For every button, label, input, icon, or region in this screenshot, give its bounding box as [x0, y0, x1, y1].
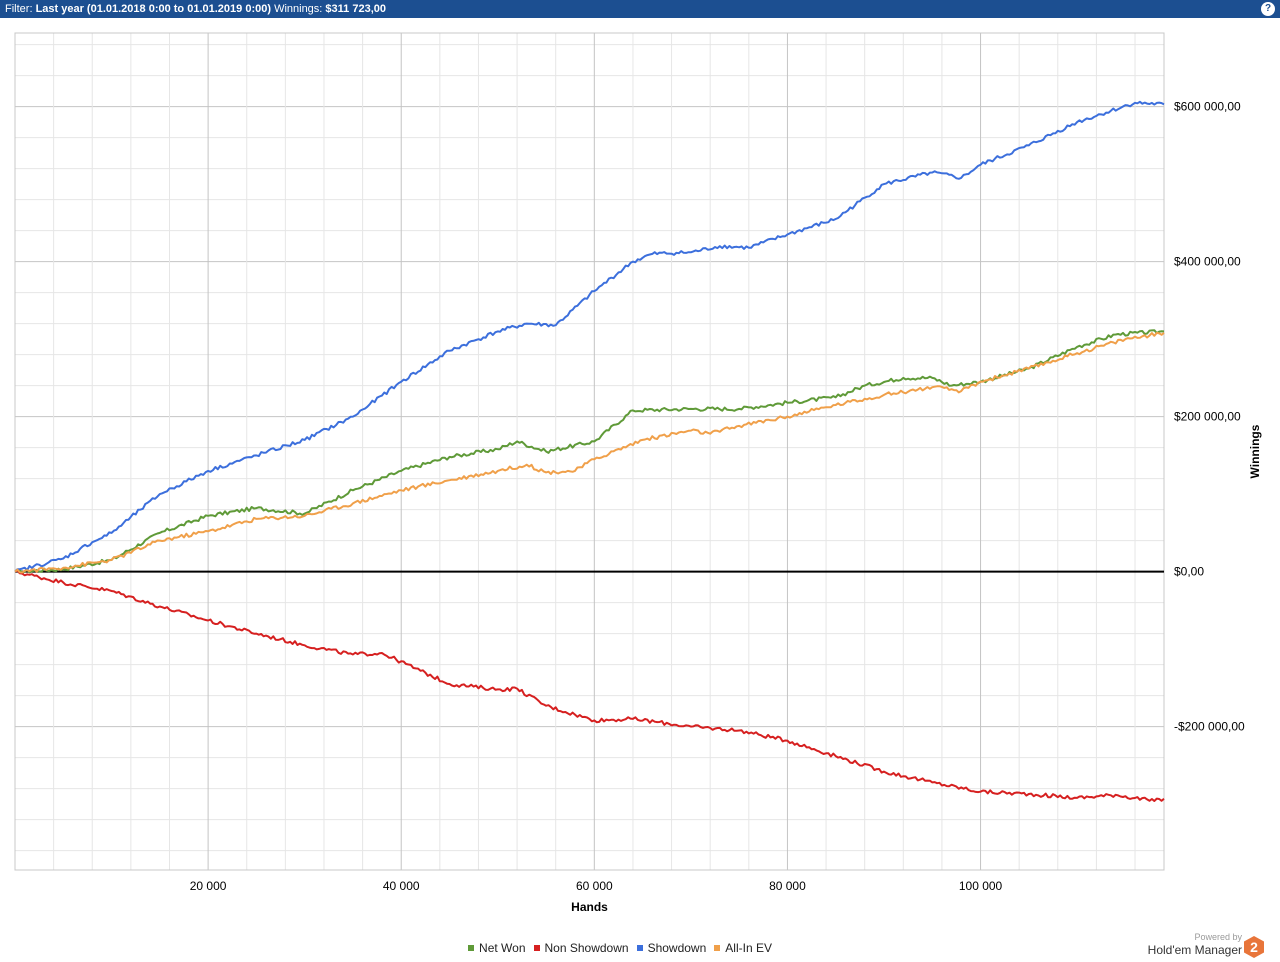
- x-tick-label: 100 000: [959, 879, 1003, 893]
- y-tick-label: $0,00: [1174, 565, 1204, 579]
- legend-item[interactable]: Net Won: [468, 941, 526, 955]
- chart-grid: [15, 33, 1164, 870]
- legend-label: Non Showdown: [544, 941, 629, 955]
- filter-label: Filter:: [5, 3, 33, 15]
- y-tick-label: $200 000,00: [1174, 410, 1241, 424]
- y-tick-label: $400 000,00: [1174, 255, 1241, 269]
- series-line-all-in-ev: [14, 331, 1165, 574]
- series-line-non-showdown: [14, 569, 1165, 802]
- x-axis-label: Hands: [571, 900, 608, 914]
- legend-item[interactable]: Non Showdown: [533, 941, 629, 955]
- branding: Powered by Hold'em Manager: [1148, 932, 1242, 958]
- winnings-chart: 20 000 40 000 60 000 80 000 100 000 $600 000,…: [14, 32, 1262, 914]
- x-tick-label: 40 000: [383, 879, 420, 893]
- powered-by-text: Powered by: [1194, 932, 1242, 942]
- product-name: Hold'em Manager: [1147, 943, 1242, 957]
- winnings-label: Winnings:: [274, 3, 323, 15]
- y-axis-label: Winnings: [1248, 424, 1262, 478]
- legend-swatch: [533, 944, 540, 951]
- x-tick-label: 60 000: [576, 879, 613, 893]
- question-icon[interactable]: ?: [1261, 2, 1275, 16]
- x-tick-label: 20 000: [190, 879, 227, 893]
- filter-value[interactable]: Last year (01.01.2018 0:00 to 01.01.2019…: [36, 3, 271, 15]
- legend-swatch: [714, 944, 721, 951]
- x-tick-label: 80 000: [769, 879, 806, 893]
- legend-item[interactable]: Showdown: [636, 941, 707, 955]
- winnings-value: $311 723,00: [325, 3, 386, 15]
- legend-label: All-In EV: [725, 941, 772, 955]
- legend-swatch: [468, 944, 475, 951]
- chart-legend: Net Won Non Showdown Showdown All-In EV: [0, 941, 1240, 955]
- legend-label: Showdown: [647, 941, 707, 955]
- y-tick-label: -$200 000,00: [1174, 720, 1245, 734]
- legend-label: Net Won: [479, 941, 526, 955]
- legend-swatch: [636, 944, 643, 951]
- plot-frame: [14, 32, 1165, 871]
- logo-text: 2: [1250, 939, 1258, 955]
- tick-labels: 20 000 40 000 60 000 80 000 100 000 $600 000,…: [190, 100, 1245, 893]
- legend-item[interactable]: All-In EV: [714, 941, 772, 955]
- filter-bar: Filter: Last year (01.01.2018 0:00 to 01…: [0, 0, 1280, 18]
- y-tick-label: $600 000,00: [1174, 100, 1241, 114]
- hm2-logo-icon: 2: [1244, 936, 1264, 958]
- series-line-showdown: [14, 100, 1165, 573]
